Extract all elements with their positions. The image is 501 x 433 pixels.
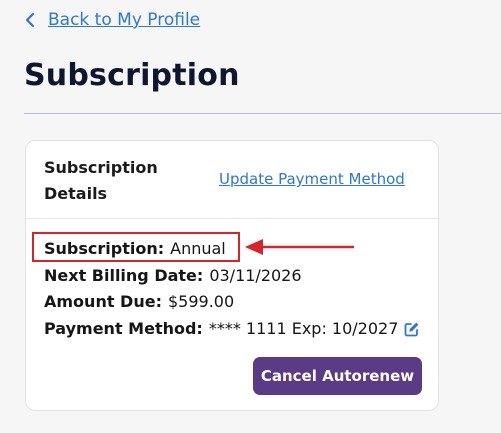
- update-payment-method-link[interactable]: Update Payment Method: [219, 170, 405, 188]
- row-value: 03/11/2026: [209, 265, 302, 285]
- page-title: Subscription: [24, 58, 240, 93]
- card-header: Subscription Details Update Payment Meth…: [26, 141, 438, 219]
- edit-icon[interactable]: [404, 321, 420, 337]
- row-value: **** 1111 Exp: 10/2027: [208, 318, 399, 338]
- row-value: $599.00: [167, 292, 235, 312]
- back-link-label[interactable]: Back to My Profile: [48, 10, 200, 30]
- cancel-autorenew-button[interactable]: Cancel Autorenew: [253, 357, 422, 395]
- back-to-profile-link[interactable]: Back to My Profile: [24, 10, 200, 30]
- arrow-left-icon: [245, 239, 354, 255]
- card-title: Subscription Details: [44, 158, 158, 203]
- annotation-highlight-box: [32, 232, 240, 262]
- row-label: Amount Due:: [44, 292, 162, 312]
- payment-method-row: Payment Method: **** 1111 Exp: 10/2027: [44, 316, 420, 343]
- chevron-left-icon: [25, 12, 35, 28]
- amount-due-row: Amount Due: $599.00: [44, 289, 420, 316]
- subscription-page: Back to My Profile Subscription Subscrip…: [0, 0, 501, 433]
- subscription-details-card: Subscription Details Update Payment Meth…: [25, 140, 439, 411]
- next-billing-date-row: Next Billing Date: 03/11/2026: [44, 263, 420, 290]
- row-label: Payment Method:: [44, 318, 203, 338]
- title-divider: [24, 113, 501, 114]
- row-label: Next Billing Date:: [44, 265, 204, 285]
